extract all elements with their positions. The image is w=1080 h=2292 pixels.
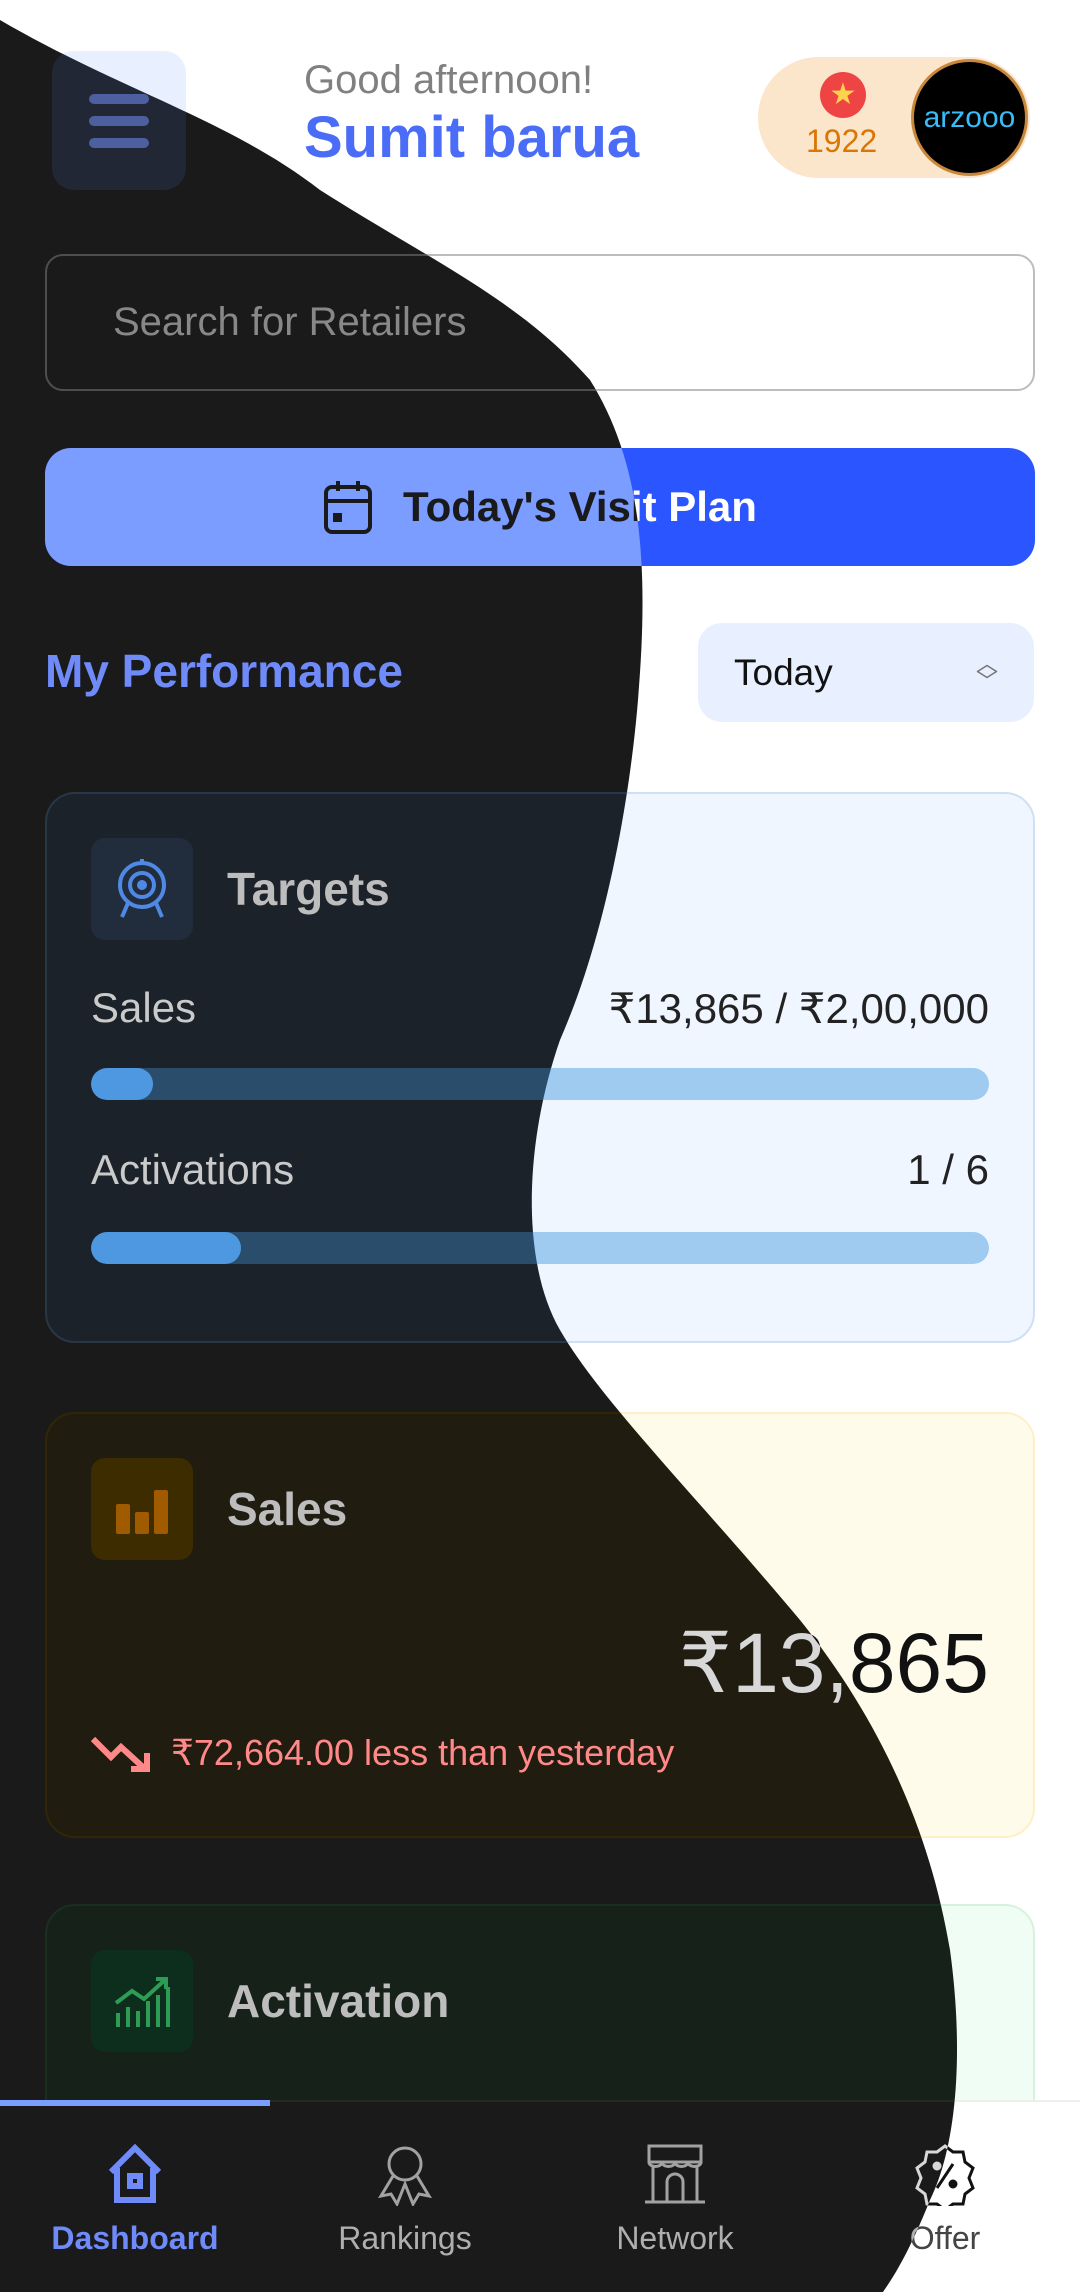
tab-dashboard[interactable]: Dashboard: [0, 2102, 270, 2292]
tab-label: Network: [616, 2220, 734, 2256]
targets-title: Targets: [227, 863, 390, 915]
chevron-updown-icon: ︿ ﹀: [975, 650, 998, 694]
sales-amount: ₹13,865: [678, 1616, 989, 1710]
bar-chart-icon: [91, 1458, 193, 1560]
trend-text: ₹72,664.00 less than yesterday: [171, 1732, 675, 1773]
home-icon: [108, 2143, 162, 2203]
bottom-nav: Dashboard Rankings Network Offer: [0, 2100, 1080, 2292]
activations-value: 1 / 6: [907, 1146, 989, 1193]
avatar[interactable]: arzooo: [911, 59, 1028, 176]
store-icon: [645, 2144, 705, 2204]
activations-label: Activations: [91, 1146, 295, 1193]
period-value: Today: [734, 651, 833, 693]
sales-progress: [91, 1068, 989, 1100]
calendar-icon: [324, 481, 373, 534]
discount-icon: [915, 2144, 975, 2206]
search-input[interactable]: [45, 254, 1035, 391]
tab-rankings[interactable]: Rankings: [270, 2102, 540, 2292]
sales-label: Sales: [91, 984, 197, 1031]
points-value: 1922: [806, 123, 878, 159]
tab-label: Rankings: [338, 2220, 472, 2256]
period-select[interactable]: Today ︿ ﹀: [698, 623, 1034, 722]
activations-progress: [91, 1232, 989, 1264]
visit-plan-label: Today's Visit Plan: [403, 483, 757, 530]
menu-button[interactable]: [52, 51, 186, 190]
sales-card: Sales ₹13,865 ₹72,664.00 less than yeste…: [45, 1412, 1035, 1838]
growth-chart-icon: [91, 1950, 193, 2052]
sales-trend: ₹72,664.00 less than yesterday: [91, 1732, 674, 1774]
points-badge[interactable]: ★ 1922 arzooo: [758, 57, 1030, 178]
sales-value: ₹13,865 / ₹2,00,000: [608, 985, 989, 1032]
active-tab-indicator: [0, 2100, 270, 2106]
visit-plan-button[interactable]: Today's Visit Plan: [45, 448, 1035, 566]
targets-card: Targets Sales ₹13,865 / ₹2,00,000 Activat…: [45, 792, 1035, 1343]
trend-down-icon: [91, 1736, 150, 1772]
tab-label: Dashboard: [51, 2220, 219, 2256]
brand-logo: arzooo: [923, 100, 1016, 134]
tab-label: Offer: [909, 2220, 981, 2256]
greeting: Good afternoon!: [304, 58, 594, 102]
section-title: My Performance: [45, 645, 403, 697]
tab-offer[interactable]: Offer: [810, 2102, 1080, 2292]
ribbon-icon: [377, 2146, 433, 2206]
tab-network[interactable]: Network: [540, 2102, 810, 2292]
star-icon: ★: [820, 72, 866, 118]
hamburger-icon: [89, 93, 149, 104]
user-name: Sumit barua: [304, 105, 640, 170]
sales-title: Sales: [227, 1483, 348, 1535]
target-icon: [91, 838, 193, 940]
activation-title: Activation: [227, 1975, 450, 2027]
